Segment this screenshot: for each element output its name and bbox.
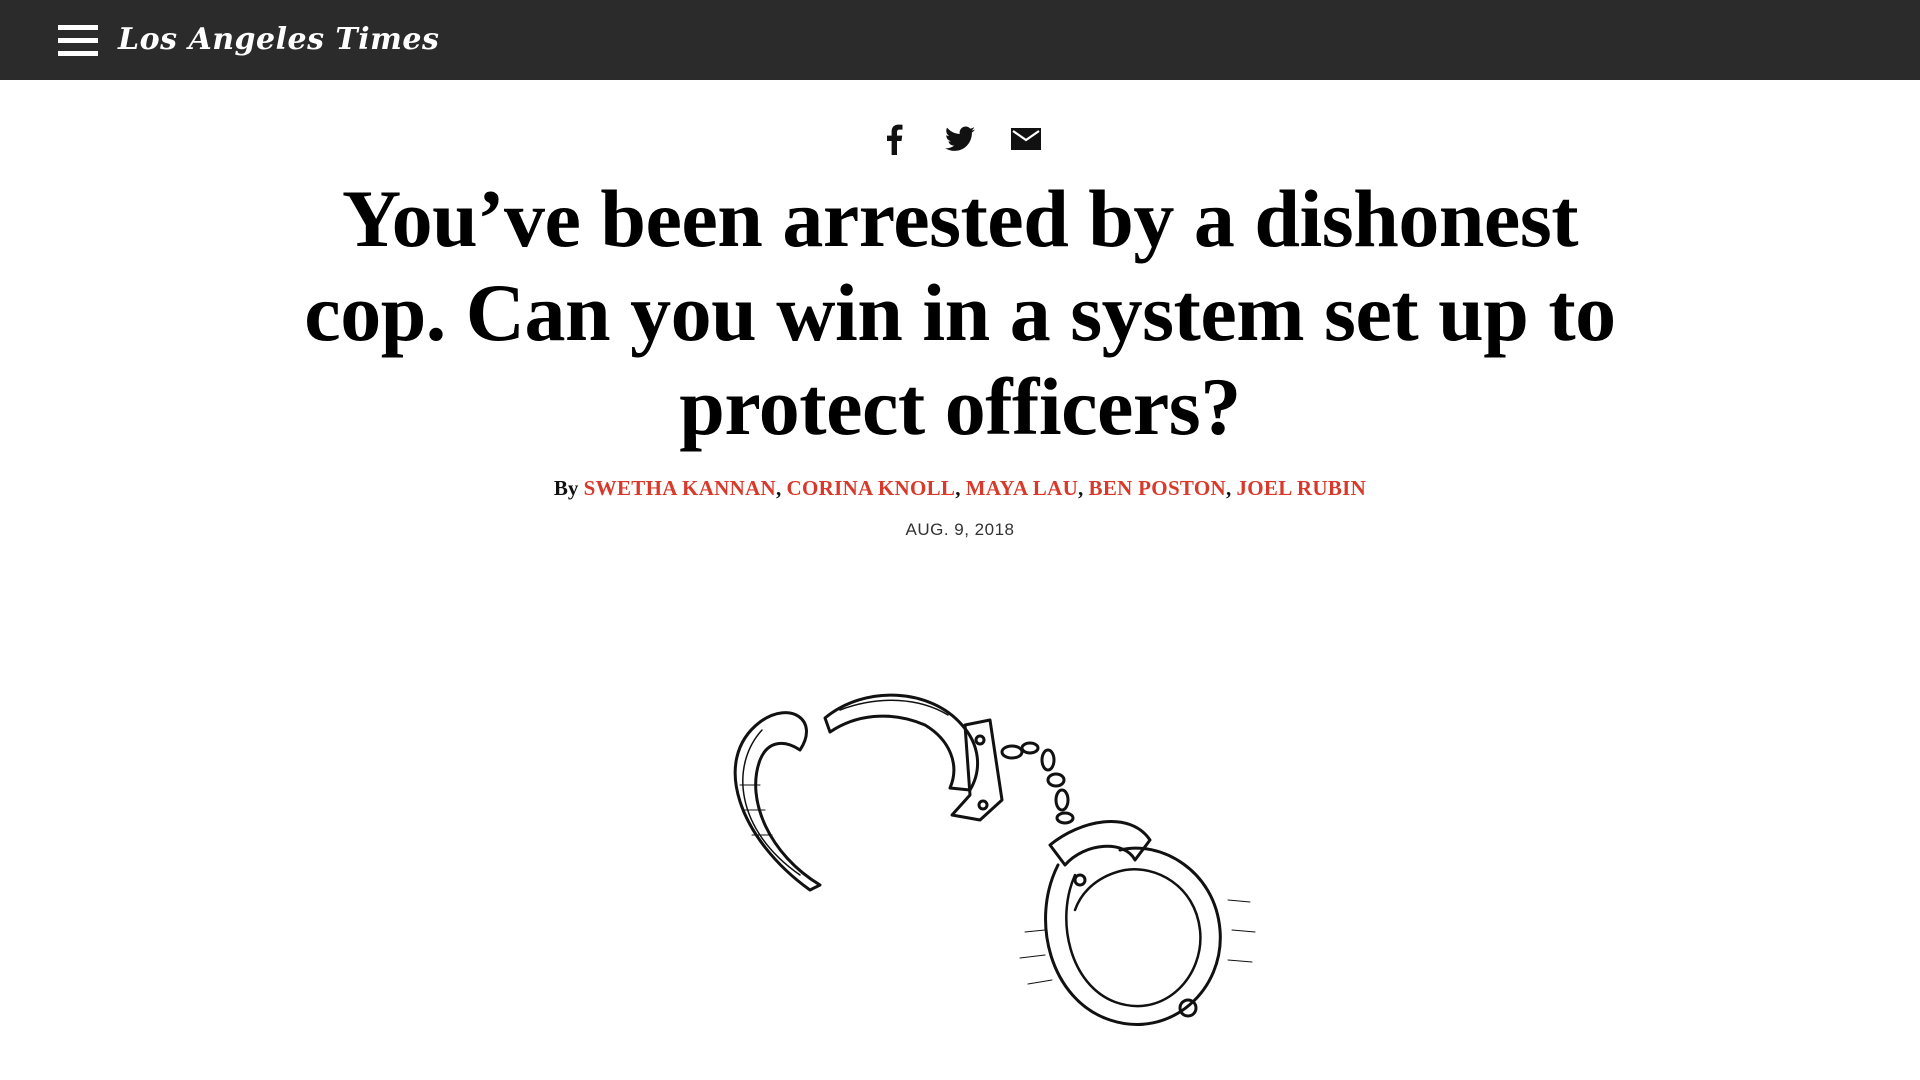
author-link[interactable]: BEN POSTON <box>1089 476 1226 500</box>
email-icon <box>1011 128 1041 150</box>
chain-link <box>1020 741 1040 755</box>
author-link[interactable]: SWETHA KANNAN <box>584 476 776 500</box>
hamburger-menu-icon <box>58 24 98 30</box>
hamburger-menu-icon-bar <box>58 50 98 56</box>
email-share-button[interactable] <box>1009 122 1043 156</box>
publish-date: AUG. 9, 2018 <box>905 520 1015 539</box>
handcuffs-illustration <box>733 693 1256 1026</box>
right-cuff-body <box>1048 820 1152 867</box>
twitter-share-button[interactable] <box>943 122 977 156</box>
left-cuff-band <box>823 693 980 792</box>
article-headline: You’ve been arrested by a dishonest cop.… <box>304 173 1616 452</box>
author-link[interactable]: MAYA LAU <box>966 476 1078 500</box>
facebook-share-button[interactable] <box>877 122 911 156</box>
chain-link <box>1046 772 1066 788</box>
facebook-icon <box>887 124 903 155</box>
menu-button[interactable] <box>58 18 102 62</box>
author-link[interactable]: CORINA KNOLL <box>787 476 956 500</box>
byline: By SWETHA KANNAN, CORINA KNOLL, MAYA LAU… <box>553 476 1367 500</box>
share-bar <box>0 122 1920 156</box>
right-cuff-ring <box>1044 846 1222 1026</box>
author-link[interactable]: JOEL RUBIN <box>1236 476 1366 500</box>
chain-link <box>1000 744 1024 760</box>
twitter-icon <box>945 126 975 151</box>
top-nav-bar: Los Angeles Times <box>0 0 1920 80</box>
left-cuff-arc <box>733 711 822 892</box>
chain-link <box>1054 788 1070 812</box>
chain-link <box>1055 811 1075 825</box>
chain-link <box>1040 748 1056 772</box>
byline-prefix: By <box>553 476 579 500</box>
site-logo[interactable]: Los Angeles Times <box>118 18 439 62</box>
hamburger-menu-icon-bar <box>58 37 98 43</box>
